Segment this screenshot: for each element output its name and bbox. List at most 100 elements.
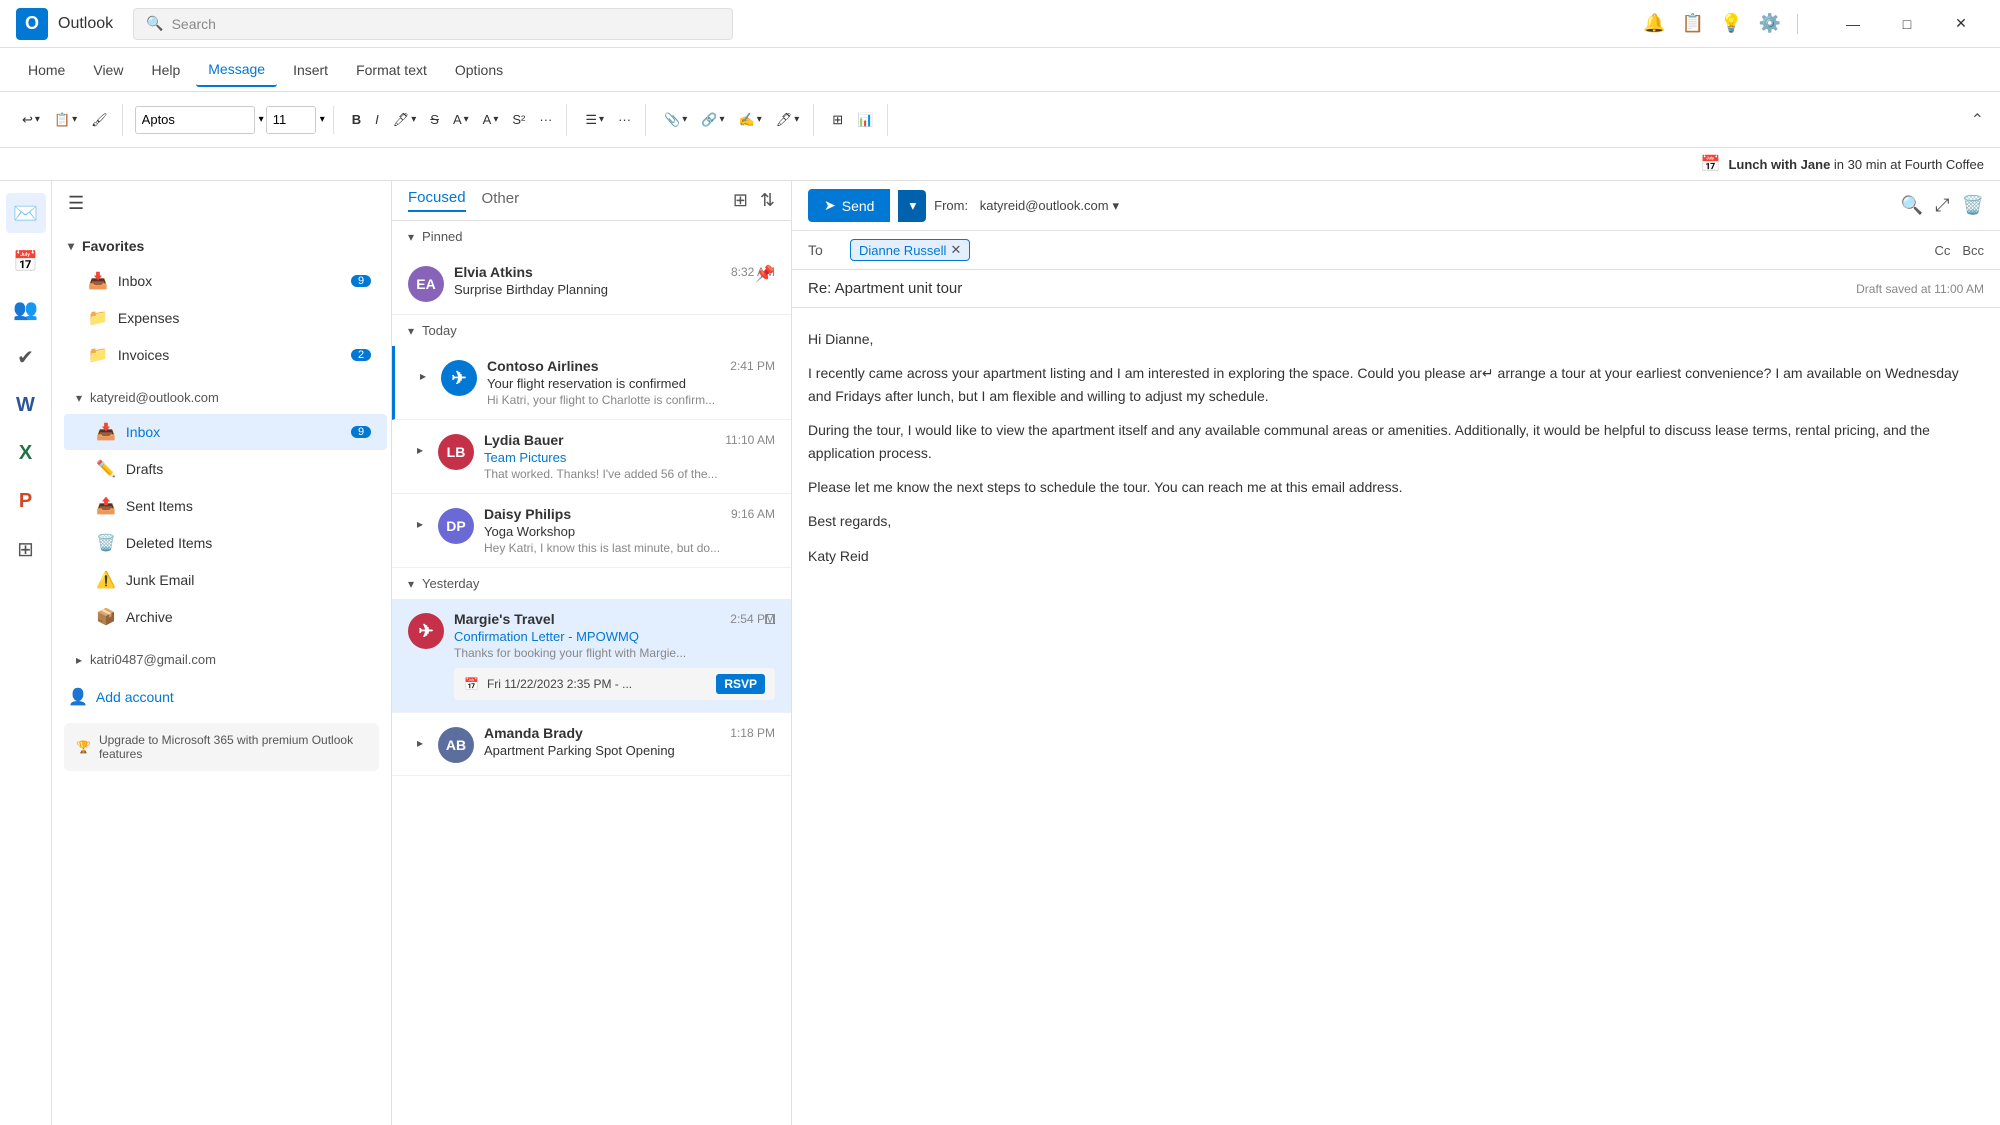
elvia-content: Elvia Atkins 8:32 AM Surprise Birthday P… — [454, 264, 775, 299]
notification-icon[interactable]: 🔔 — [1643, 13, 1665, 34]
upgrade-banner[interactable]: 🏆 Upgrade to Microsoft 365 with premium … — [64, 723, 379, 771]
sidebar-item-inbox-fav[interactable]: 📥 Inbox 9 — [56, 263, 387, 299]
excel-nav-icon[interactable]: X — [6, 433, 46, 473]
mail-nav-icon[interactable]: ✉️ — [6, 193, 46, 233]
tab-message[interactable]: Message — [196, 53, 277, 87]
send-button[interactable]: ➤ Send — [808, 189, 890, 222]
margies-sender: Margie's Travel — [454, 611, 555, 627]
superscript-button[interactable]: S² — [506, 104, 531, 136]
text-color-button[interactable]: A▾ — [447, 104, 475, 136]
bcc-button[interactable]: Bcc — [1962, 243, 1984, 258]
strikethrough-button[interactable]: S — [424, 104, 445, 136]
tasks-nav-icon[interactable]: ✔ — [6, 337, 46, 377]
email-item-daisy[interactable]: ▸ DP Daisy Philips 9:16 AM Yoga Workshop… — [392, 494, 791, 568]
hamburger-icon[interactable]: ☰ — [68, 193, 84, 214]
compose-body[interactable]: Hi Dianne, I recently came across your a… — [792, 308, 2000, 1125]
focused-tab[interactable]: Focused — [408, 189, 466, 212]
daisy-expand[interactable]: ▸ — [408, 512, 432, 536]
compose-subject-row: Re: Apartment unit tour Draft saved at 1… — [792, 270, 2000, 308]
recipient-remove-button[interactable]: ✕ — [950, 242, 961, 258]
tab-insert[interactable]: Insert — [281, 54, 340, 86]
add-account-button[interactable]: 👤 Add account — [52, 679, 391, 715]
tab-format-text[interactable]: Format text — [344, 54, 439, 86]
email-item-elvia[interactable]: EA Elvia Atkins 8:32 AM Surprise Birthda… — [392, 252, 791, 315]
highlight2-button[interactable]: 🖊▾ — [770, 104, 806, 136]
rsvp-button[interactable]: RSVP — [716, 674, 765, 694]
sidebar-item-deleted[interactable]: 🗑️ Deleted Items — [64, 525, 387, 561]
settings-icon[interactable]: ⚙️ — [1759, 13, 1781, 34]
daisy-subject: Yoga Workshop — [484, 524, 775, 539]
send-dropdown-button[interactable]: ▾ — [898, 190, 926, 222]
list-button[interactable]: ☰▾ — [579, 104, 610, 136]
filter-view-icon[interactable]: ⊞ — [733, 190, 748, 211]
signature-button[interactable]: ✍▾ — [733, 104, 768, 136]
sidebar-item-expenses[interactable]: 📁 Expenses — [56, 300, 387, 336]
font-name-input[interactable] — [135, 106, 255, 134]
people-nav-icon[interactable]: 👥 — [6, 289, 46, 329]
zoom-icon[interactable]: 🔍 — [1901, 195, 1923, 216]
sidebar-item-inbox[interactable]: 📥 Inbox 9 — [64, 414, 387, 450]
search-bar[interactable]: 🔍 Search — [133, 8, 733, 40]
minimize-button[interactable]: — — [1830, 8, 1876, 40]
junk-icon: ⚠️ — [96, 570, 116, 590]
email-item-margies[interactable]: ✈ Margie's Travel 2:54 PM Confirmation L… — [392, 599, 791, 713]
favorites-header[interactable]: ▾ Favorites — [52, 230, 391, 262]
clipboard-button[interactable]: 📋▾ — [48, 104, 83, 136]
bold-button[interactable]: B — [346, 104, 367, 136]
word-nav-icon[interactable]: W — [6, 385, 46, 425]
tab-options[interactable]: Options — [443, 54, 515, 86]
italic-button[interactable]: I — [369, 104, 385, 136]
inbox-badge: 9 — [351, 426, 371, 438]
account1-header[interactable]: ▾ katyreid@outlook.com — [60, 382, 391, 413]
ribbon-toolbar: ↩▾ 📋▾ 🖌 ▾ ▾ B I 🖊▾ S A▾ A▾ S² ··· ☰▾ ···… — [0, 92, 2000, 148]
email-item-contoso[interactable]: ▸ ✈ Contoso Airlines 2:41 PM Your flight… — [392, 346, 791, 420]
font-color-button[interactable]: A▾ — [477, 104, 505, 136]
more-para-button[interactable]: ··· — [612, 104, 637, 136]
today-section-header[interactable]: ▾ Today — [392, 315, 791, 346]
contoso-expand[interactable]: ▸ — [411, 364, 435, 388]
calendar-nav-icon[interactable]: 📅 — [6, 241, 46, 281]
tab-view[interactable]: View — [81, 54, 135, 86]
amanda-expand[interactable]: ▸ — [408, 731, 432, 755]
account2-header[interactable]: ▸ katri0487@gmail.com — [60, 644, 391, 675]
drafts-icon: ✏️ — [96, 459, 116, 479]
lydia-expand[interactable]: ▸ — [408, 438, 432, 462]
pinned-section-header[interactable]: ▾ Pinned — [392, 221, 791, 252]
more-format-button[interactable]: ··· — [533, 104, 558, 136]
sidebar-item-invoices[interactable]: 📁 Invoices 2 — [56, 337, 387, 373]
sort-icon[interactable]: ⇅ — [760, 190, 775, 211]
font-size-input[interactable] — [266, 106, 316, 134]
chart-button[interactable]: 📊 — [851, 104, 879, 136]
tab-help[interactable]: Help — [139, 54, 192, 86]
reminder-icon: 📅 — [1701, 154, 1721, 174]
close-button[interactable]: ✕ — [1938, 8, 1984, 40]
popout-icon[interactable]: ⤢ — [1935, 195, 1949, 216]
link-button[interactable]: 🔗▾ — [695, 104, 730, 136]
format-painter-button[interactable]: 🖌 — [85, 104, 114, 136]
powerpoint-nav-icon[interactable]: P — [6, 481, 46, 521]
maximize-button[interactable]: □ — [1884, 8, 1930, 40]
sidebar-item-drafts[interactable]: ✏️ Drafts — [64, 451, 387, 487]
sidebar-item-junk[interactable]: ⚠️ Junk Email — [64, 562, 387, 598]
email-item-lydia[interactable]: ▸ LB Lydia Bauer 11:10 AM Team Pictures … — [392, 420, 791, 494]
table-button[interactable]: ⊞ — [826, 104, 849, 136]
apps-nav-icon[interactable]: ⊞ — [6, 529, 46, 569]
daisy-header: Daisy Philips 9:16 AM — [484, 506, 775, 522]
discard-icon[interactable]: 🗑️ — [1962, 195, 1984, 216]
undo-button[interactable]: ↩▾ — [16, 104, 46, 136]
ribbon-expand-button[interactable]: ⌃ — [1971, 110, 1984, 130]
tab-home[interactable]: Home — [16, 54, 77, 86]
yesterday-section-header[interactable]: ▾ Yesterday — [392, 568, 791, 599]
window-buttons: — □ ✕ — [1830, 8, 1984, 40]
attach-button[interactable]: 📎▾ — [658, 104, 693, 136]
other-tab[interactable]: Other — [482, 190, 520, 211]
from-chevron[interactable]: ▾ — [1113, 198, 1120, 214]
cc-button[interactable]: Cc — [1934, 243, 1950, 258]
email-item-amanda[interactable]: ▸ AB Amanda Brady 1:18 PM Apartment Park… — [392, 713, 791, 776]
sidebar-item-sent[interactable]: 📤 Sent Items — [64, 488, 387, 524]
clipboard-icon[interactable]: 📋 — [1682, 13, 1704, 34]
highlight-button[interactable]: 🖊▾ — [387, 104, 423, 136]
subject-text[interactable]: Re: Apartment unit tour — [808, 280, 962, 297]
sidebar-item-archive[interactable]: 📦 Archive — [64, 599, 387, 635]
lightbulb-icon[interactable]: 💡 — [1720, 13, 1742, 34]
